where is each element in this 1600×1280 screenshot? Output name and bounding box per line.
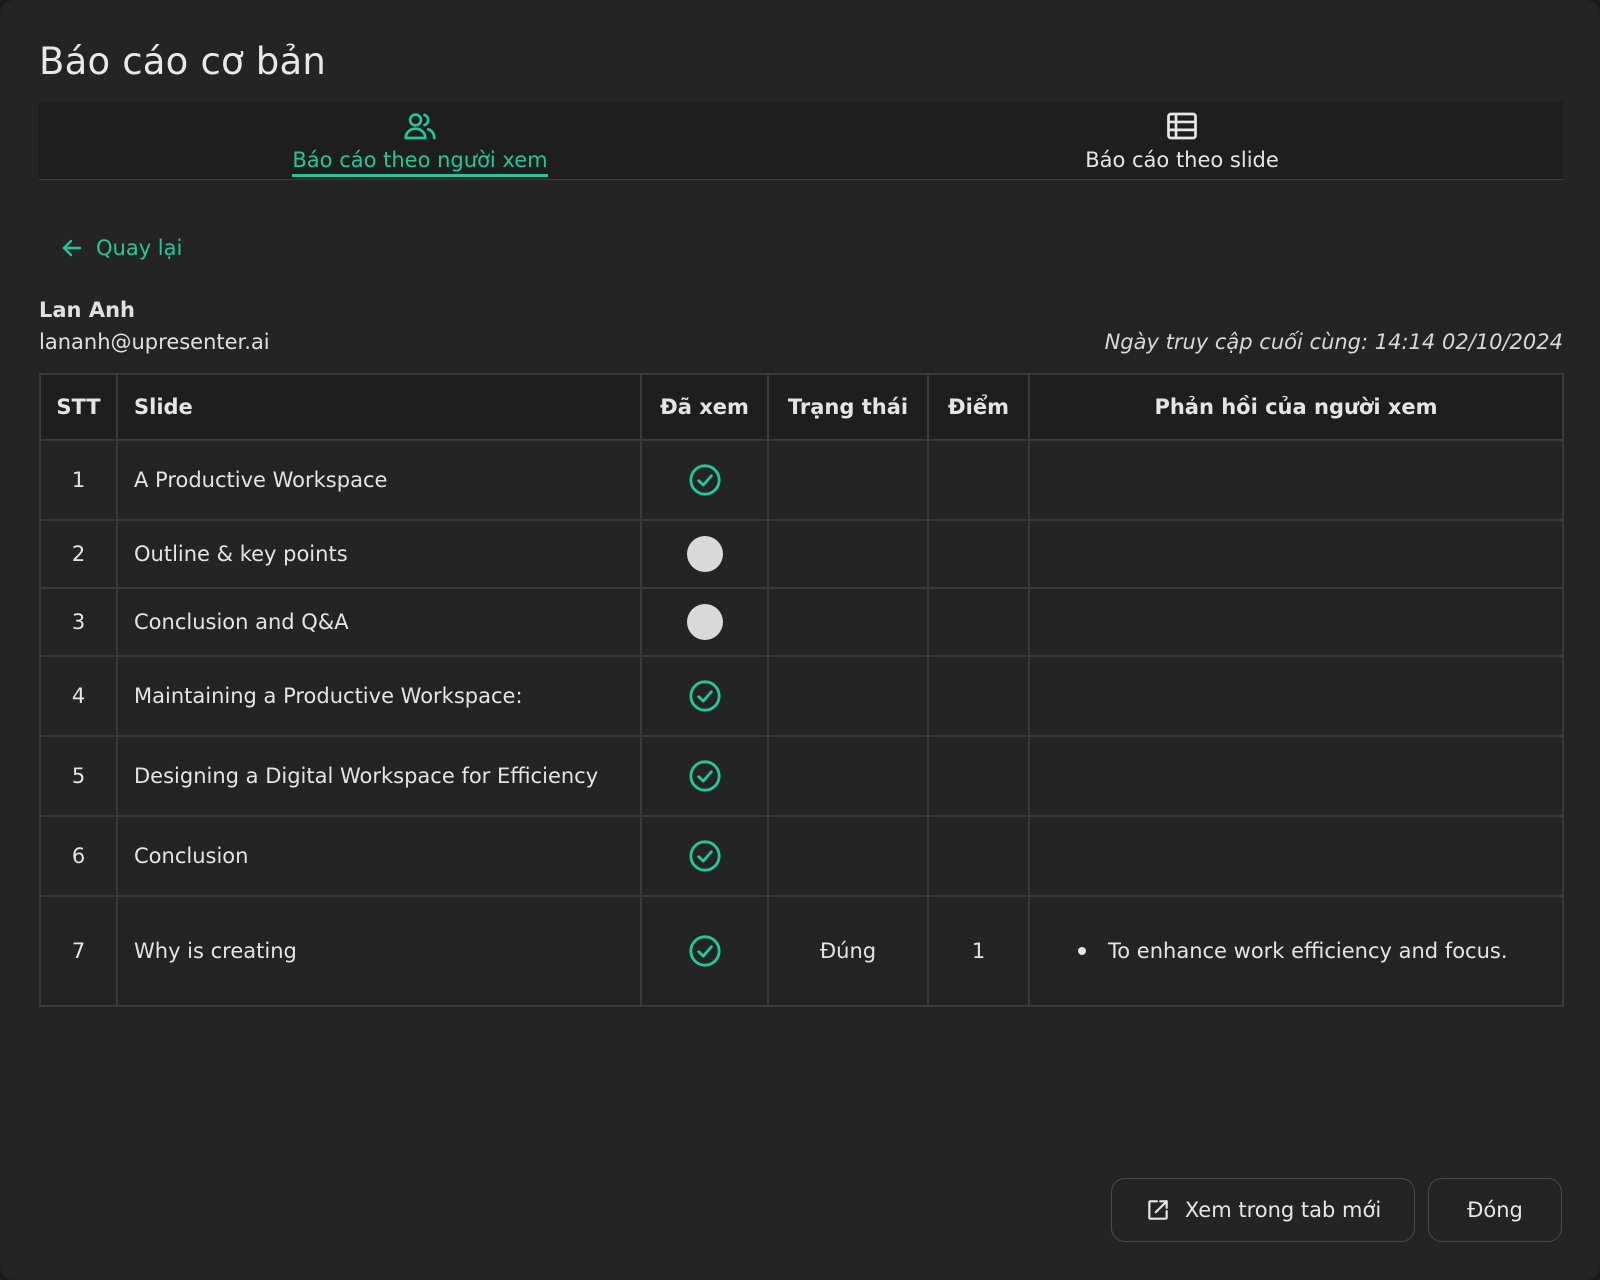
cell-stt: 1 xyxy=(39,439,118,521)
check-circle-icon xyxy=(688,680,721,712)
header-status: Trạng thái xyxy=(767,373,929,441)
cell-status xyxy=(767,735,929,817)
cell-status xyxy=(767,815,929,897)
cell-stt: 3 xyxy=(39,587,118,657)
header-score: Điểm xyxy=(927,373,1030,441)
check-circle-icon xyxy=(688,464,721,496)
external-link-icon xyxy=(1148,1200,1168,1220)
cell-status xyxy=(767,519,929,589)
cell-status xyxy=(767,587,929,657)
table-list-icon xyxy=(1167,112,1197,140)
tab-by-viewer[interactable]: Báo cáo theo người xem xyxy=(39,102,801,179)
cell-feedback xyxy=(1028,587,1564,657)
back-label: Quay lại xyxy=(96,236,183,260)
cell-viewed xyxy=(640,519,769,589)
cell-stt: 6 xyxy=(39,815,118,897)
cell-viewed xyxy=(640,655,769,737)
table-body: 1A Productive Workspace 2 Outline & key po… xyxy=(39,439,1564,1007)
cell-stt: 4 xyxy=(39,655,118,737)
check-circle-icon xyxy=(688,935,721,967)
dialog-title: Báo cáo cơ bản xyxy=(39,40,327,83)
report-tabs: Báo cáo theo người xem Báo cáo theo slid… xyxy=(39,102,1563,180)
cell-score xyxy=(927,655,1030,737)
cell-viewed xyxy=(640,895,769,1007)
report-dialog: Báo cáo cơ bản Báo cáo theo người xem Bá… xyxy=(0,0,1600,1280)
open-new-tab-button[interactable]: Xem trong tab mới xyxy=(1111,1178,1415,1242)
cell-slide: Designing a Digital Workspace for Effici… xyxy=(116,735,642,817)
cell-score: 1 xyxy=(927,895,1030,1007)
tab-by-slide[interactable]: Báo cáo theo slide xyxy=(801,102,1563,179)
users-icon xyxy=(404,113,436,140)
header-stt: STT xyxy=(39,373,118,441)
back-link[interactable]: Quay lại xyxy=(60,236,182,260)
close-button[interactable]: Đóng xyxy=(1428,1178,1562,1242)
cell-stt: 2 xyxy=(39,519,118,589)
table-row: 3 Conclusion and Q&A xyxy=(39,587,1564,657)
cell-viewed xyxy=(640,735,769,817)
cell-viewed xyxy=(640,815,769,897)
slide-report-table: STT Slide Đã xem Trạng thái Điểm Phản hồ… xyxy=(39,373,1564,1007)
last-access-time: Ngày truy cập cuối cùng: 14:14 02/10/202… xyxy=(1104,330,1563,354)
header-slide: Slide xyxy=(116,373,642,441)
table-row: 1A Productive Workspace xyxy=(39,439,1564,521)
header-feedback: Phản hồi của người xem xyxy=(1028,373,1564,441)
cell-slide: Outline & key points xyxy=(116,519,642,589)
cell-score xyxy=(927,439,1030,521)
table-row: 5 Designing a Digital Workspace for Effic… xyxy=(39,735,1564,817)
cell-status: Đúng xyxy=(767,895,929,1007)
feedback-item: To enhance work efficiency and focus. xyxy=(1078,939,1562,963)
unviewed-dot-icon xyxy=(686,604,723,640)
cell-slide: Conclusion xyxy=(116,815,642,897)
cell-viewed xyxy=(640,439,769,521)
feedback-list: To enhance work efficiency and focus. xyxy=(1078,939,1562,963)
cell-score xyxy=(927,815,1030,897)
cell-status xyxy=(767,439,929,521)
table-row: 2 Outline & key points xyxy=(39,519,1564,589)
viewer-name: Lan Anh xyxy=(39,298,135,322)
cell-slide: Maintaining a Productive Workspace: xyxy=(116,655,642,737)
tab-by-viewer-label: Báo cáo theo người xem xyxy=(292,148,548,177)
cell-slide: Why is creating xyxy=(116,895,642,1007)
table-row: 4 Maintaining a Productive Workspace: xyxy=(39,655,1564,737)
tab-by-slide-label: Báo cáo theo slide xyxy=(1085,148,1279,172)
cell-feedback xyxy=(1028,735,1564,817)
unviewed-dot-icon xyxy=(686,536,723,572)
arrow-left-icon xyxy=(62,239,82,257)
cell-stt: 5 xyxy=(39,735,118,817)
cell-feedback xyxy=(1028,815,1564,897)
header-viewed: Đã xem xyxy=(640,373,769,441)
open-new-tab-label: Xem trong tab mới xyxy=(1184,1198,1382,1222)
viewer-email: lananh@upresenter.ai xyxy=(39,330,270,354)
cell-score xyxy=(927,735,1030,817)
cell-feedback xyxy=(1028,439,1564,521)
close-label: Đóng xyxy=(1467,1198,1523,1222)
cell-feedback xyxy=(1028,655,1564,737)
table-header-row: STT Slide Đã xem Trạng thái Điểm Phản hồ… xyxy=(39,373,1564,441)
cell-status xyxy=(767,655,929,737)
cell-feedback xyxy=(1028,519,1564,589)
table-row: 7 Why is creating Đúng 1 To enhance work eff… xyxy=(39,895,1564,1007)
cell-score xyxy=(927,587,1030,657)
cell-slide: A Productive Workspace xyxy=(116,439,642,521)
cell-feedback: To enhance work efficiency and focus. xyxy=(1028,895,1564,1007)
table-row: 6 Conclusion xyxy=(39,815,1564,897)
cell-slide: Conclusion and Q&A xyxy=(116,587,642,657)
cell-stt: 7 xyxy=(39,895,118,1007)
cell-viewed xyxy=(640,587,769,657)
check-circle-icon xyxy=(688,760,721,792)
check-circle-icon xyxy=(688,840,721,872)
cell-score xyxy=(927,519,1030,589)
